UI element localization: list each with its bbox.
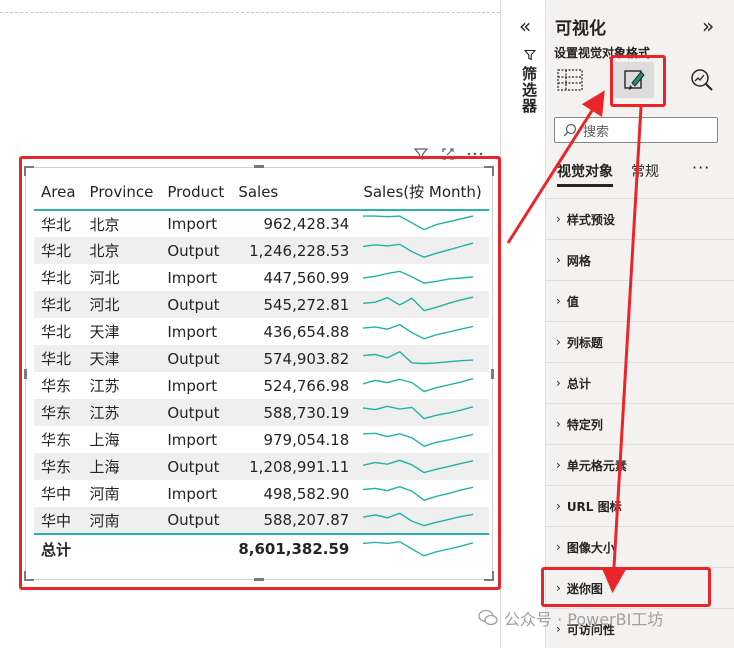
format-section[interactable]: › 单元格元素: [546, 444, 734, 485]
canvas-border: [0, 12, 500, 13]
search-input[interactable]: 搜索: [554, 117, 718, 143]
active-tab-indicator: [557, 184, 613, 187]
format-section-label: 样式预设: [566, 212, 615, 227]
tab-general[interactable]: 常规: [631, 161, 659, 181]
format-section-label: 值: [566, 294, 579, 309]
format-section[interactable]: › 列标题: [546, 321, 734, 362]
format-section-label: 图像大小: [566, 540, 615, 555]
format-section[interactable]: › 图像大小: [546, 526, 734, 567]
collapse-left-icon[interactable]: «: [519, 14, 531, 38]
format-section[interactable]: › URL 图标: [546, 485, 734, 526]
build-visual-button[interactable]: [550, 62, 590, 98]
watermark-text: 公众号 · PowerBI工坊: [504, 610, 664, 629]
table-grid-icon: [557, 69, 583, 91]
format-section[interactable]: › 总计: [546, 362, 734, 403]
format-section[interactable]: › 值: [546, 280, 734, 321]
format-section-label: 单元格元素: [566, 458, 627, 473]
analytics-button[interactable]: [682, 62, 722, 98]
format-section-label: 网格: [566, 253, 591, 268]
filter-pane-label[interactable]: 筛选器: [519, 66, 540, 114]
chevron-right-icon: ›: [556, 540, 561, 554]
chevron-right-icon: ›: [556, 294, 561, 308]
filter-icon: [523, 46, 537, 65]
chevron-right-icon: ›: [556, 417, 561, 431]
more-options-icon[interactable]: ···: [692, 158, 710, 177]
format-section-label: 特定列: [566, 417, 603, 432]
chevron-right-icon: ›: [556, 253, 561, 267]
highlight-box-format-button: [610, 55, 666, 107]
chevron-right-icon: ›: [556, 335, 561, 349]
magnifier-chart-icon: [691, 69, 713, 91]
highlight-box-sparkline-section: [541, 567, 711, 607]
highlight-box-visual: [19, 156, 501, 590]
expand-right-icon[interactable]: »: [702, 14, 714, 38]
chevron-right-icon: ›: [556, 376, 561, 390]
wechat-icon: [478, 609, 498, 626]
watermark: 公众号 · PowerBI工坊: [478, 606, 663, 630]
format-section[interactable]: › 网格: [546, 239, 734, 280]
tab-visual[interactable]: 视觉对象: [557, 161, 613, 181]
format-section-label: URL 图标: [566, 499, 622, 514]
format-section[interactable]: › 样式预设: [546, 198, 734, 239]
chevron-right-icon: ›: [556, 458, 561, 472]
search-placeholder: 搜索: [583, 124, 610, 140]
pane-title: 可视化: [555, 19, 606, 39]
format-section-label: 列标题: [566, 335, 603, 350]
chevron-right-icon: ›: [556, 212, 561, 226]
format-section[interactable]: › 特定列: [546, 403, 734, 444]
search-icon: [563, 123, 577, 137]
format-section-label: 总计: [566, 376, 591, 391]
chevron-right-icon: ›: [556, 499, 561, 513]
